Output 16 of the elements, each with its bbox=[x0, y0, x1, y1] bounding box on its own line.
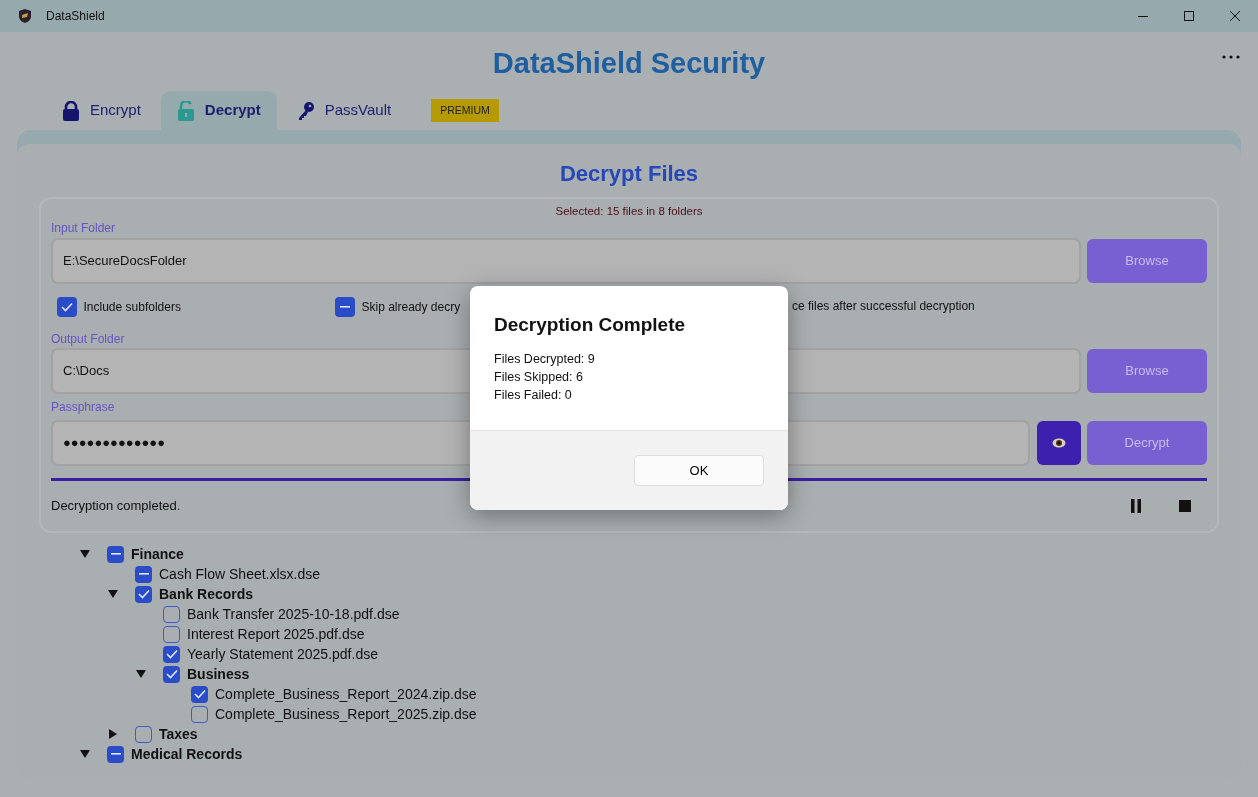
dialog-title: Decryption Complete bbox=[494, 313, 686, 337]
field-label: Passphrase bbox=[51, 399, 115, 416]
option-label: ce files after successful decryption bbox=[792, 298, 975, 315]
selection-summary: Selected: 15 files in 8 folders bbox=[555, 204, 703, 219]
field-label: Input Folder bbox=[51, 220, 116, 237]
dialog-text: Files Decrypted: 9 bbox=[494, 351, 595, 368]
dialog-text: Files Skipped: 6 bbox=[494, 369, 583, 386]
option-label: Include subfolders bbox=[83, 299, 181, 316]
option-label: Skip already decry bbox=[361, 299, 461, 316]
status-text: Decryption completed. bbox=[51, 497, 181, 516]
premium-badge: PREMIUM bbox=[431, 98, 499, 123]
window-title: DataShield bbox=[46, 8, 105, 25]
dialog-text: Files Failed: 0 bbox=[494, 387, 572, 404]
app-title: DataShield Security bbox=[492, 46, 766, 80]
panel-title: Decrypt Files bbox=[559, 160, 699, 187]
field-label: Output Folder bbox=[51, 331, 125, 348]
